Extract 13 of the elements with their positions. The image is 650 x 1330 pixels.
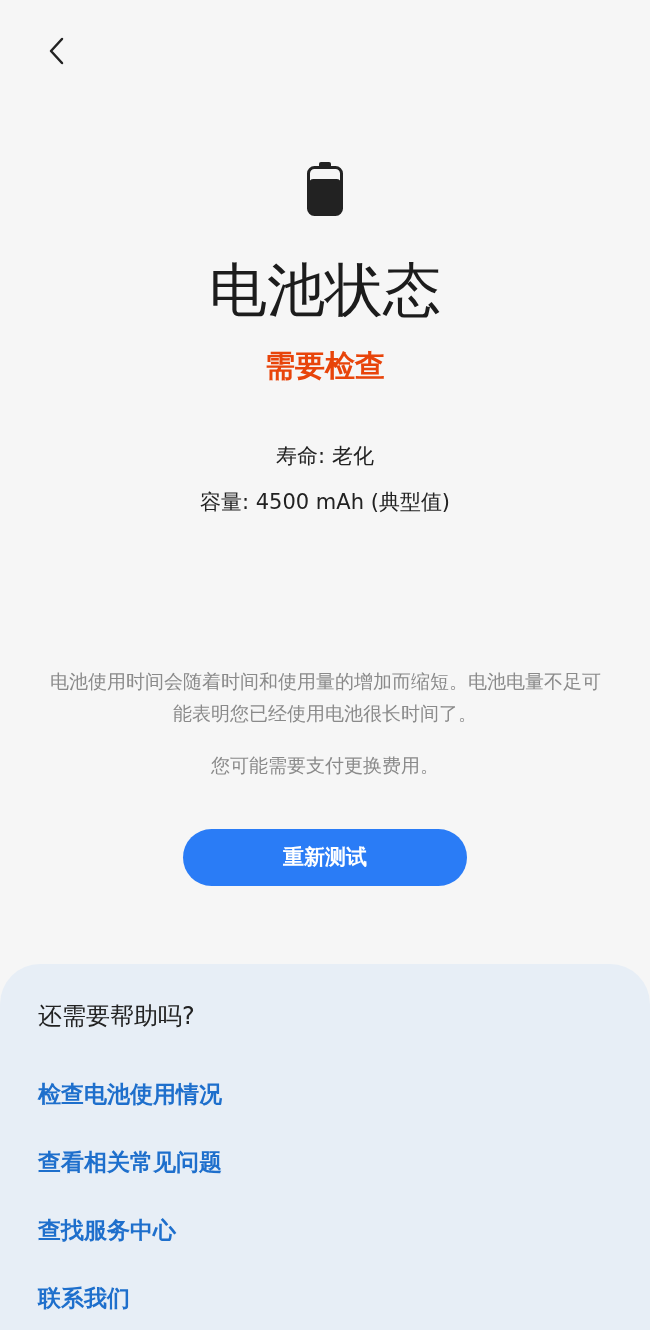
help-link[interactable]: 检查电池使用情况	[38, 1081, 222, 1107]
battery-icon	[307, 162, 343, 216]
detail-text: 容量: 4500 mAh (典型值)	[199, 488, 451, 516]
help-link[interactable]: 联系我们	[38, 1285, 130, 1311]
help-link[interactable]: 查找服务中心	[38, 1217, 176, 1243]
help-heading: 还需要帮助吗?	[38, 1001, 196, 1032]
page-title: 电池状态	[209, 256, 441, 326]
note-text: 您可能需要支付更换费用。	[211, 752, 439, 778]
detail-text: 寿命: 老化	[276, 442, 374, 470]
status-text: 需要检查	[265, 346, 385, 385]
help-link[interactable]: 查看相关常见问题	[38, 1149, 222, 1175]
retest-button[interactable]: 重新测试	[183, 828, 467, 886]
description-text: 电池使用时间会随着时间和使用量的增加而缩短。电池电量不足可能表明您已经使用电池很长时间了。	[48, 668, 602, 726]
